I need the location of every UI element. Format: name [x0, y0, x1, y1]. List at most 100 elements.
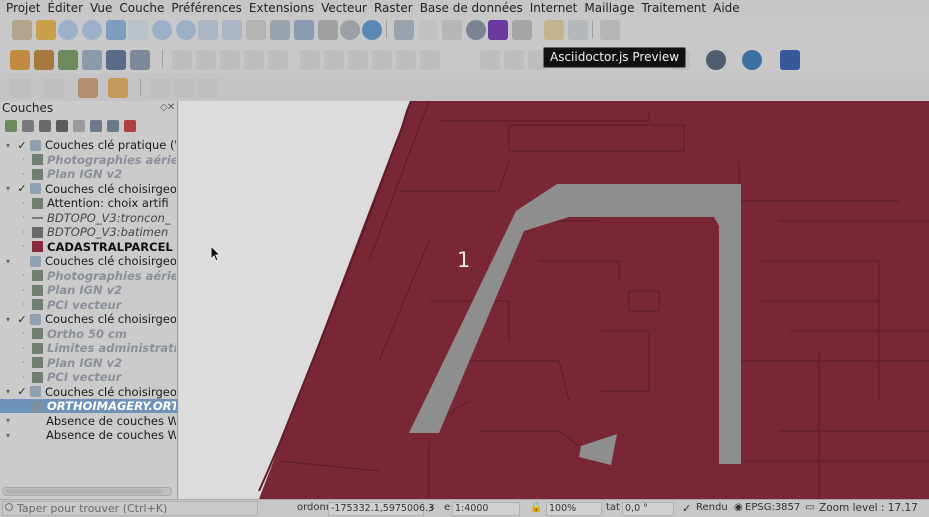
manage-visibility-icon[interactable]	[39, 120, 51, 132]
save-edits-icon[interactable]	[220, 50, 240, 70]
locator-search-input[interactable]: Taper pour trouver (Ctrl+K)	[2, 501, 258, 516]
layer-row[interactable]: ▾ ✓ Couches clé choisirgeop	[0, 182, 178, 196]
menu-internet[interactable]: Internet	[530, 1, 578, 15]
menu-traitement[interactable]: Traitement	[641, 1, 706, 15]
menu--diter[interactable]: Éditer	[47, 1, 83, 15]
statistics-icon[interactable]	[488, 20, 508, 40]
zoom-selection-icon[interactable]	[128, 20, 148, 40]
zoom-native-icon[interactable]	[176, 20, 196, 40]
simplify-icon[interactable]	[174, 78, 194, 98]
layer-row[interactable]: · Limites administratio	[0, 341, 178, 355]
open-table-icon[interactable]	[418, 20, 438, 40]
zoom-next-icon[interactable]	[222, 20, 242, 40]
data-source-manager-icon[interactable]	[10, 50, 30, 70]
filter-legend-icon[interactable]	[56, 120, 68, 132]
layer-row[interactable]: ▾ ✓ Couches clé choisirgeop	[0, 312, 178, 326]
coordinate-field[interactable]: -175332.1,5975006.3	[328, 502, 434, 516]
expand-all-icon[interactable]	[90, 120, 102, 132]
expand-arrow-icon[interactable]: ▾	[6, 184, 10, 193]
measure-icon[interactable]	[512, 20, 532, 40]
map-canvas[interactable]: 1	[179, 101, 929, 499]
advanced-digitize-icon[interactable]	[44, 78, 64, 98]
undo-icon[interactable]	[396, 50, 416, 70]
text-annotation-icon[interactable]	[600, 20, 620, 40]
expand-arrow-icon[interactable]: ▾	[6, 141, 10, 150]
add-feature-icon[interactable]	[244, 50, 264, 70]
map-tips-icon[interactable]	[544, 20, 564, 40]
layer-row[interactable]: ▾ ✓ Couches clé pratique (W	[0, 138, 178, 152]
python-console-icon[interactable]	[742, 50, 762, 70]
expand-arrow-icon[interactable]: ▾	[6, 387, 10, 396]
menu-vue[interactable]: Vue	[90, 1, 112, 15]
filter-expression-icon[interactable]	[73, 120, 85, 132]
layer-row[interactable]: · BDTOPO_V3:troncon_	[0, 211, 178, 225]
layer-row[interactable]: · Photographies aérie	[0, 153, 178, 167]
layer-row[interactable]: · BDTOPO_V3:batimen	[0, 225, 178, 239]
new-shapefile-icon[interactable]	[58, 50, 78, 70]
settings-icon[interactable]	[466, 20, 486, 40]
menu-aide[interactable]: Aide	[713, 1, 740, 15]
layer-visibility-checkbox[interactable]: ✓	[16, 385, 28, 398]
deselect-icon[interactable]	[108, 78, 128, 98]
layer-row[interactable]: · Plan IGN v2	[0, 167, 178, 181]
layer-row[interactable]: ·✓CADASTRALPARCEL	[0, 240, 178, 254]
layer-row[interactable]: · Ortho 50 cm	[0, 327, 178, 341]
lock-icon[interactable]: 🔒	[530, 502, 542, 513]
menu-pr-f-rences[interactable]: Préférences	[171, 1, 242, 15]
annotation-icon[interactable]	[568, 20, 588, 40]
copy-icon[interactable]	[348, 50, 368, 70]
crs-button[interactable]: EPSG:3857	[745, 502, 800, 513]
vertex-tool-icon[interactable]	[268, 50, 288, 70]
layer-row[interactable]: · Plan IGN v2	[0, 356, 178, 370]
add-wfs-icon[interactable]	[130, 50, 150, 70]
menu-extensions[interactable]: Extensions	[249, 1, 314, 15]
pan-icon[interactable]	[12, 20, 32, 40]
bookmark-icon[interactable]	[318, 20, 338, 40]
layer-visibility-checkbox[interactable]: ✓	[16, 139, 28, 152]
zoom-out-icon[interactable]	[82, 20, 102, 40]
layer-row[interactable]: · Photographies aérie	[0, 269, 178, 283]
collapse-all-icon[interactable]	[107, 120, 119, 132]
globe-plugin-icon[interactable]	[706, 50, 726, 70]
expand-arrow-icon[interactable]: ▾	[6, 416, 10, 425]
layer-row[interactable]: · PCI vecteur	[0, 370, 178, 384]
magnifier-zoom-field[interactable]: 100%	[546, 502, 602, 516]
new-3d-view-icon[interactable]	[270, 20, 290, 40]
rotation-field[interactable]: 0,0 °	[622, 502, 674, 516]
menu-vecteur[interactable]: Vecteur	[321, 1, 367, 15]
identify-icon[interactable]	[394, 20, 414, 40]
refresh-icon[interactable]	[362, 20, 382, 40]
remove-layer-icon[interactable]	[124, 120, 136, 132]
message-icon[interactable]: ▭	[805, 502, 814, 513]
menu-projet[interactable]: Projet	[6, 1, 40, 15]
zoom-full-icon[interactable]	[106, 20, 126, 40]
pan-to-selection-icon[interactable]	[36, 20, 56, 40]
expand-arrow-icon[interactable]: ▾	[6, 257, 10, 266]
cut-icon[interactable]	[324, 50, 344, 70]
zoom-last-icon[interactable]	[198, 20, 218, 40]
help-icon[interactable]	[780, 50, 800, 70]
menu-couche[interactable]: Couche	[119, 1, 164, 15]
new-geopackage-icon[interactable]	[34, 50, 54, 70]
redo-icon[interactable]	[420, 50, 440, 70]
layer-tree-scrollbar[interactable]	[2, 487, 172, 496]
add-wms-icon[interactable]	[106, 50, 126, 70]
zoom-layer-icon[interactable]	[152, 20, 172, 40]
attribute-table-icon[interactable]	[442, 20, 462, 40]
layer-row[interactable]: ▾ ✓ Couches clé choisirgeop	[0, 385, 178, 399]
menu-base-de-donn-es[interactable]: Base de données	[420, 1, 523, 15]
render-checkbox-icon[interactable]: ✓	[682, 502, 691, 515]
clock-icon[interactable]	[340, 20, 360, 40]
select-features-icon[interactable]	[78, 78, 98, 98]
layer-row[interactable]: · PCI vecteur	[0, 298, 178, 312]
new-map-view-icon[interactable]	[246, 20, 266, 40]
temporal-controller-icon[interactable]	[294, 20, 314, 40]
delete-selected-icon[interactable]	[300, 50, 320, 70]
rotate-icon[interactable]	[150, 78, 170, 98]
scale-field[interactable]: 1:4000	[452, 502, 520, 516]
pin-label-icon[interactable]	[504, 50, 524, 70]
zoom-in-icon[interactable]	[58, 20, 78, 40]
paste-icon[interactable]	[372, 50, 392, 70]
current-edits-icon[interactable]	[196, 50, 216, 70]
toggle-editing-icon[interactable]	[172, 50, 192, 70]
